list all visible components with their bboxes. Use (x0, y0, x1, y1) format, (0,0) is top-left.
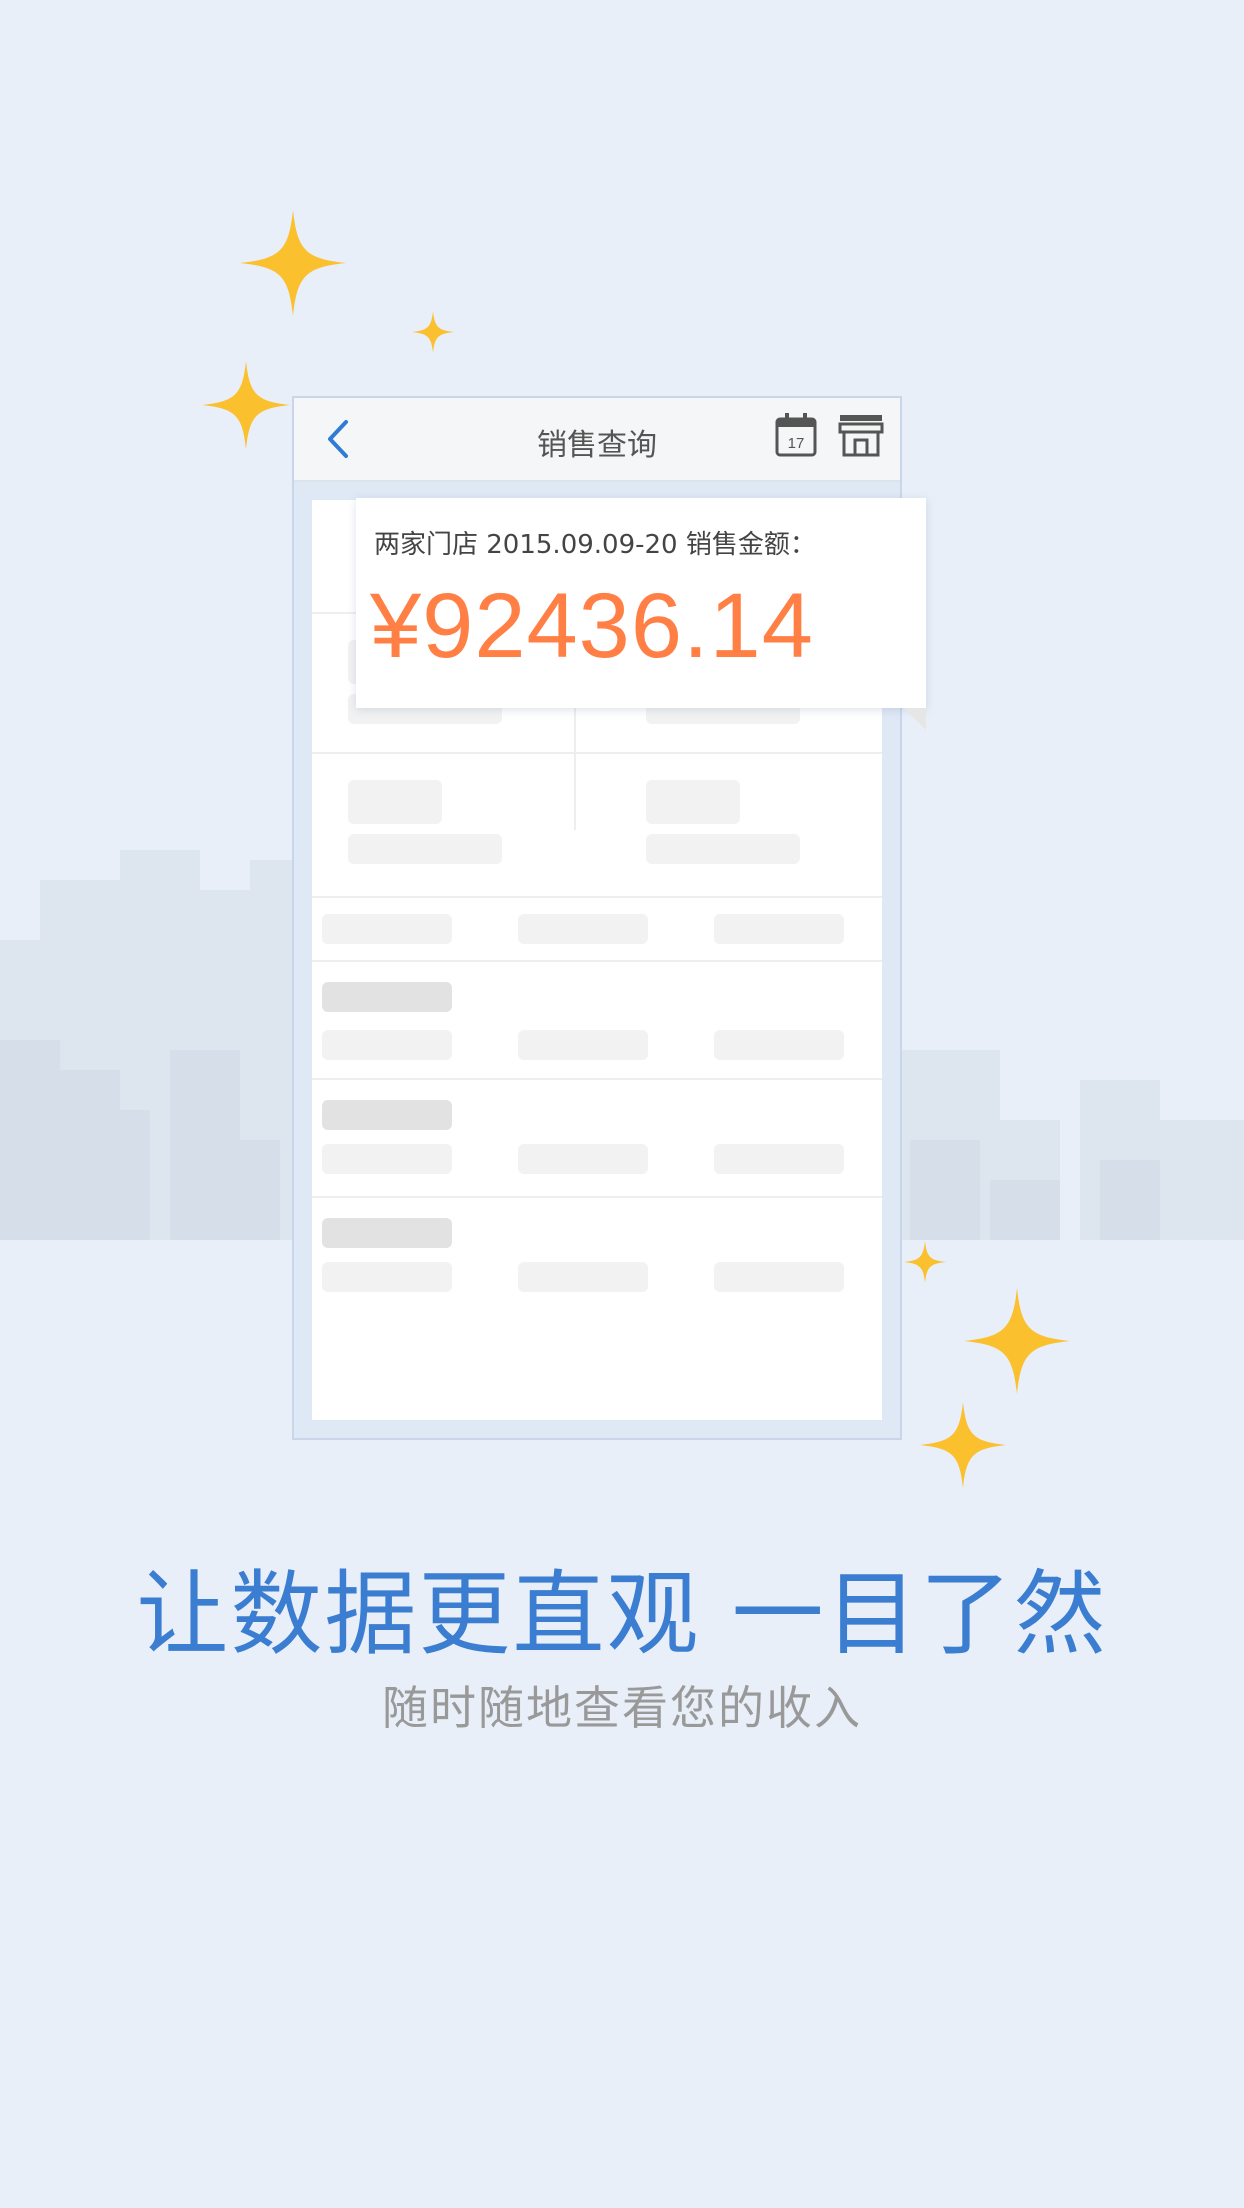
placeholder-block (646, 780, 740, 824)
table-row-placeholder (518, 1262, 648, 1292)
placeholder-block (348, 780, 442, 824)
sales-amount: ¥92436.14 (370, 575, 814, 677)
sparkle-star-icon (964, 1288, 1070, 1394)
table-row-placeholder (322, 1144, 452, 1174)
table-row-placeholder (714, 1262, 844, 1292)
row-divider (312, 752, 882, 754)
calendar-day-text: 17 (788, 435, 805, 452)
row-divider (312, 1196, 882, 1198)
headline: 让数据更直观 一目了然 (136, 1561, 1108, 1668)
card-fold-corner (904, 708, 926, 730)
sparkle-star-icon (920, 1402, 1006, 1488)
sales-summary-card: 两家门店 2015.09.09-20 销售金额： ¥92436.14 (356, 498, 926, 730)
onboarding-page: 销售查询 17 两家门店 2015.09.09-20 销售金额： ¥92436.… (0, 0, 1244, 2208)
store-icon[interactable] (838, 412, 884, 458)
table-row-placeholder (714, 1030, 844, 1060)
table-header-placeholder (322, 914, 452, 944)
summary-label: 两家门店 2015.09.09-20 销售金额： (374, 530, 816, 560)
table-row-placeholder (518, 1030, 648, 1060)
sparkle-star-icon (412, 311, 454, 353)
table-header-placeholder (714, 914, 844, 944)
table-row-placeholder (322, 1030, 452, 1060)
row-divider (312, 896, 882, 898)
placeholder-block (646, 834, 800, 864)
placeholder-block (348, 834, 502, 864)
table-row-placeholder (518, 1144, 648, 1174)
phone-header: 销售查询 17 (294, 398, 900, 482)
table-row-placeholder (322, 982, 452, 1012)
row-divider (312, 960, 882, 962)
table-header-placeholder (518, 914, 648, 944)
sparkle-star-icon (202, 361, 290, 449)
table-row-placeholder (714, 1144, 844, 1174)
calendar-icon[interactable]: 17 (774, 412, 818, 458)
sparkle-star-icon (240, 210, 346, 316)
row-divider (312, 1078, 882, 1080)
table-row-placeholder (322, 1262, 452, 1292)
table-row-placeholder (322, 1218, 452, 1248)
table-row-placeholder (322, 1100, 452, 1130)
subheadline: 随时随地查看您的收入 (382, 1681, 862, 1735)
sparkle-star-icon (904, 1241, 946, 1283)
